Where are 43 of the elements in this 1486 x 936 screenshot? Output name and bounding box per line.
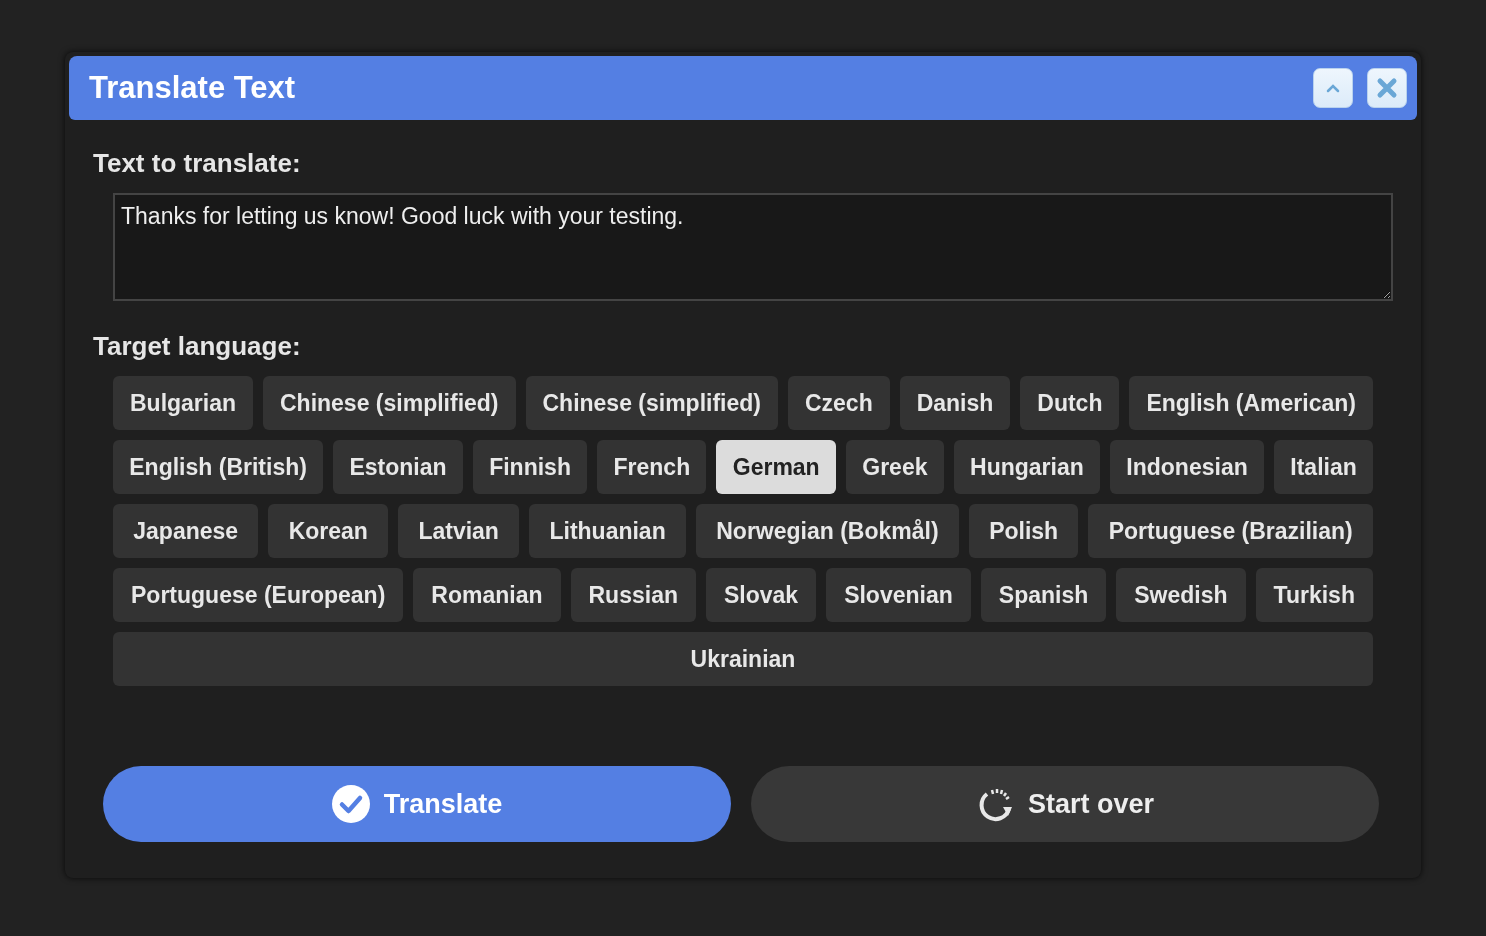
close-button[interactable] [1367, 68, 1407, 108]
language-option[interactable]: Chinese (simplified) [525, 376, 778, 430]
language-option[interactable]: Danish [899, 376, 1011, 430]
language-option[interactable]: Turkish [1255, 568, 1373, 622]
language-option[interactable]: Polish [968, 504, 1079, 558]
language-option[interactable]: German [716, 440, 836, 494]
language-option[interactable]: Norwegian (Bokmål) [696, 504, 959, 558]
translate-button[interactable]: Translate [103, 766, 731, 842]
language-option[interactable]: Spanish [980, 568, 1107, 622]
language-option[interactable]: Czech [788, 376, 890, 430]
language-option[interactable]: Portuguese (European) [113, 568, 404, 622]
language-option[interactable]: English (American) [1129, 376, 1373, 430]
caret-up-icon [1325, 83, 1341, 93]
language-option[interactable]: Romanian [413, 568, 561, 622]
language-option[interactable]: Italian [1274, 440, 1374, 494]
field-label: Text to translate: [93, 148, 302, 179]
language-option[interactable]: English (British) [113, 440, 324, 494]
language-option[interactable]: Bulgarian [113, 376, 253, 430]
check-circle-icon [331, 785, 370, 823]
language-option[interactable]: Swedish [1116, 568, 1246, 622]
language-option[interactable]: Ukrainian [113, 632, 1373, 686]
language-option[interactable]: Portuguese (Brazilian) [1088, 504, 1374, 558]
language-option[interactable]: Latvian [398, 504, 520, 558]
language-option[interactable]: Indonesian [1110, 440, 1264, 494]
text-input-field[interactable]: Thanks for letting us know! Good luck with your testing. [113, 193, 1393, 301]
window-title: Translate Text [89, 70, 296, 106]
collapse-button[interactable] [1313, 68, 1353, 108]
language-option[interactable]: Chinese (simplified) [263, 376, 516, 430]
start-over-button[interactable]: Start over [751, 766, 1379, 842]
language-option[interactable]: French [597, 440, 707, 494]
language-option[interactable]: Lithuanian [529, 504, 686, 558]
language-option[interactable]: Japanese [113, 504, 259, 558]
language-option[interactable]: Hungarian [953, 440, 1101, 494]
language-option[interactable]: Korean [268, 504, 389, 558]
close-icon [1376, 77, 1398, 99]
language-option[interactable]: Greek [845, 440, 944, 494]
language-option[interactable]: Slovenian [826, 568, 971, 622]
field-label: Target language: [93, 331, 302, 362]
language-option[interactable]: Estonian [333, 440, 463, 494]
language-option[interactable]: Dutch [1020, 376, 1120, 430]
language-option[interactable]: Slovak [706, 568, 817, 622]
language-option[interactable]: Finnish [472, 440, 588, 494]
language-option[interactable]: Russian [570, 568, 696, 622]
